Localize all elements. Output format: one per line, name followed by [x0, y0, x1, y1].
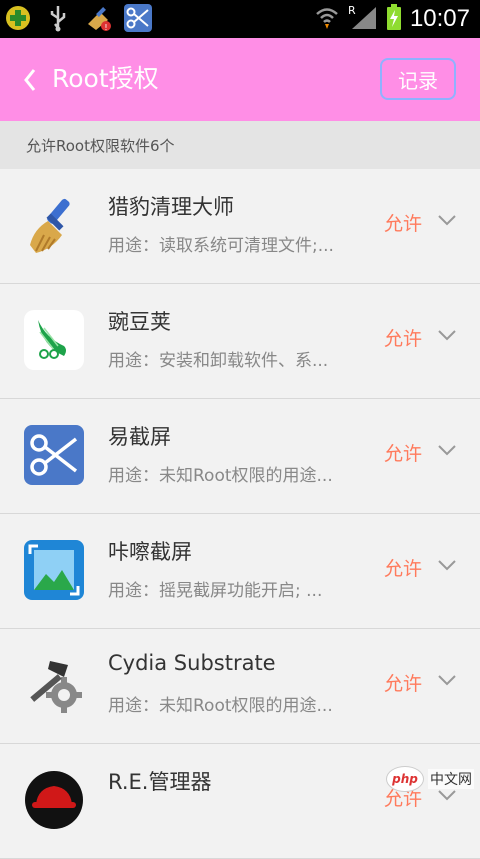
system-icons: R 10:07: [314, 0, 470, 38]
app-header: Root授权 记录: [0, 38, 480, 121]
watermark: php 中文网: [386, 764, 474, 794]
notification-icons: !: [4, 4, 152, 32]
cleaner-notification-icon: !: [84, 4, 112, 32]
app-description: 用途：未知Root权限的用途...: [108, 466, 333, 486]
list-item[interactable]: 豌豆荚 用途：安装和卸载软件、系... 允许: [0, 284, 480, 399]
permission-status[interactable]: 允许: [384, 554, 422, 581]
back-button[interactable]: [20, 62, 50, 98]
app-list: 猎豹清理大师 用途：读取系统可清理文件;... 允许 豌豆荚 用途：安装和卸载软…: [0, 169, 480, 859]
list-item[interactable]: 咔嚓截屏 用途：摇晃截屏功能开启; ... 允许: [0, 514, 480, 629]
scissors-icon: [24, 425, 84, 485]
plus-circle-icon: [4, 4, 32, 32]
chevron-down-icon[interactable]: [437, 558, 457, 572]
page-title: Root授权: [52, 64, 159, 93]
app-name: Cydia Substrate: [108, 651, 276, 675]
watermark-text: 中文网: [428, 769, 474, 789]
screenshot-frame-icon: [24, 540, 84, 600]
list-item[interactable]: Cydia Substrate 用途：未知Root权限的用途... 允许: [0, 629, 480, 744]
chevron-down-icon[interactable]: [437, 328, 457, 342]
permission-status[interactable]: 允许: [384, 324, 422, 351]
app-name: R.E.管理器: [108, 770, 212, 794]
app-description: 用途：未知Root权限的用途...: [108, 696, 333, 716]
app-name: 猎豹清理大师: [108, 195, 234, 219]
battery-charging-icon: [386, 3, 402, 35]
permission-status[interactable]: 允许: [384, 209, 422, 236]
record-button[interactable]: 记录: [380, 58, 456, 100]
permission-status[interactable]: 允许: [384, 669, 422, 696]
peapod-icon: [24, 310, 84, 370]
broom-icon: [24, 195, 84, 255]
section-header-text: 允许Root权限软件6个: [26, 137, 175, 155]
svg-text:!: !: [104, 23, 107, 32]
app-description: 用途：摇晃截屏功能开启; ...: [108, 581, 323, 601]
chevron-down-icon[interactable]: [437, 443, 457, 457]
php-logo: php: [386, 766, 424, 792]
app-name: 豌豆荚: [108, 310, 171, 334]
app-name: 咔嚓截屏: [108, 540, 192, 564]
section-header: 允许Root权限软件6个: [0, 121, 480, 169]
svg-text:R: R: [348, 4, 356, 17]
permission-status[interactable]: 允许: [384, 439, 422, 466]
chevron-down-icon[interactable]: [437, 213, 457, 227]
status-bar: ! R 10:07: [0, 0, 480, 38]
app-name: 易截屏: [108, 425, 171, 449]
hammer-gear-icon: [24, 655, 84, 715]
list-item[interactable]: R.E.管理器 允许: [0, 744, 480, 859]
list-item[interactable]: 猎豹清理大师 用途：读取系统可清理文件;... 允许: [0, 169, 480, 284]
app-description: 用途：安装和卸载软件、系...: [108, 351, 329, 371]
app-description: 用途：读取系统可清理文件;...: [108, 236, 334, 256]
redhat-icon: [24, 770, 84, 830]
clock-text: 10:07: [409, 5, 470, 32]
wifi-icon: [314, 4, 340, 34]
scissors-notification-icon: [124, 4, 152, 32]
signal-icon: R: [348, 3, 378, 35]
list-item[interactable]: 易截屏 用途：未知Root权限的用途... 允许: [0, 399, 480, 514]
chevron-left-icon: [24, 69, 36, 91]
chevron-down-icon[interactable]: [437, 673, 457, 687]
usb-icon: [44, 4, 72, 32]
